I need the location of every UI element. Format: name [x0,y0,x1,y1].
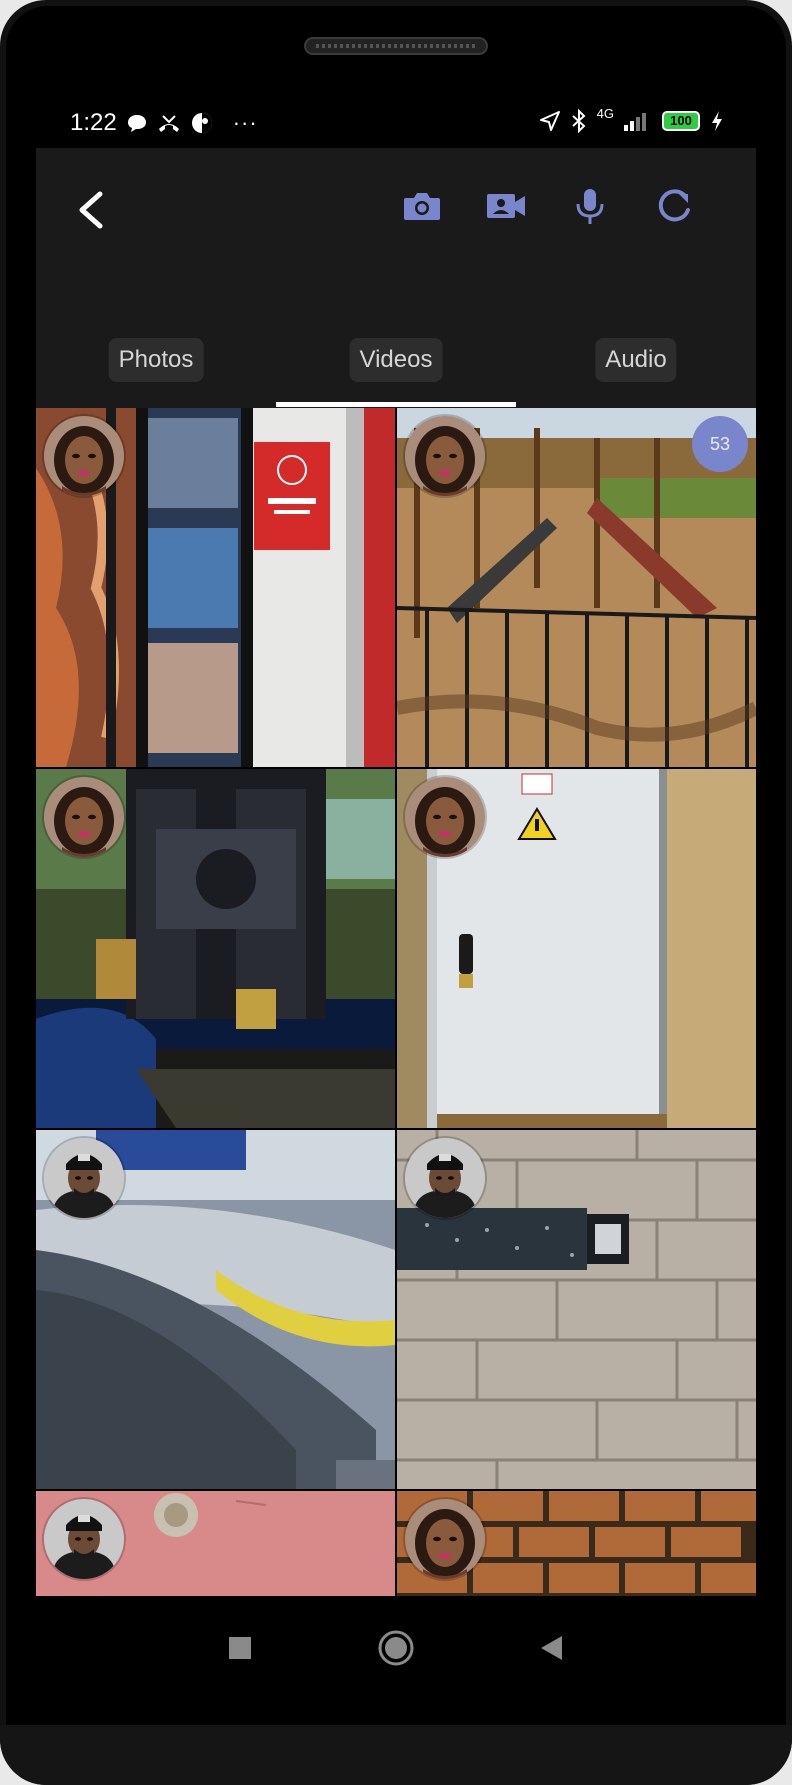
bluetooth-icon [571,109,586,133]
recent-apps-icon[interactable] [216,1624,264,1672]
earpiece-speaker [304,37,488,55]
back-arrow-icon[interactable] [60,180,120,240]
tab-label: Audio [595,338,677,382]
video-thumbnail[interactable] [36,1130,395,1489]
video-camera-icon[interactable] [482,182,530,230]
sender-avatar [405,416,485,496]
charging-icon [712,111,722,131]
video-thumbnail[interactable] [397,1491,756,1596]
status-overflow: ··· [232,110,258,135]
video-thumbnail[interactable] [36,408,395,767]
sender-avatar [44,1138,124,1218]
tab-audio[interactable]: Audio [516,318,756,408]
chat-bubble-icon [127,115,146,132]
network-type: 4G [596,105,614,121]
media-tabs: Photos Videos Audio [36,318,756,408]
system-nav-bar [36,1596,756,1696]
video-thumbnail[interactable] [397,769,756,1128]
sender-avatar [405,777,485,857]
sender-avatar [44,416,124,496]
tab-label: Videos [349,338,443,382]
sender-avatar [44,777,124,857]
app-toolbar: Photos Videos Audio [36,148,756,408]
sender-avatar [405,1499,485,1579]
tab-label: Photos [108,338,204,382]
sender-avatar [405,1138,485,1218]
status-bar: 1:22 ··· 4G 100 [36,96,756,148]
missed-call-icon [158,115,179,132]
camera-icon[interactable] [398,182,446,230]
tab-videos[interactable]: Videos [276,318,516,408]
selected-tab-indicator [276,402,516,407]
screen: 1:22 ··· 4G 100 Photos Videos Audio 53 [36,96,756,1666]
back-icon[interactable] [528,1624,576,1672]
app-circle-icon [191,113,212,133]
video-grid: 53 [36,408,756,1596]
video-thumbnail[interactable]: 53 [397,408,756,767]
refresh-icon[interactable] [650,182,698,230]
video-thumbnail[interactable] [36,1491,395,1596]
microphone-icon[interactable] [566,182,614,230]
phone-frame: 1:22 ··· 4G 100 Photos Videos Audio 53 [0,0,792,1785]
video-thumbnail[interactable] [397,1130,756,1489]
status-time: 1:22 [70,109,117,136]
sender-avatar [44,1499,124,1579]
signal-icon [624,113,646,131]
battery-indicator: 100 [662,111,700,131]
home-icon[interactable] [372,1624,420,1672]
media-count-badge: 53 [692,416,748,472]
location-arrow-icon [539,111,560,131]
tab-photos[interactable]: Photos [36,318,276,408]
video-thumbnail[interactable] [36,769,395,1128]
phone-chin [0,1725,792,1785]
